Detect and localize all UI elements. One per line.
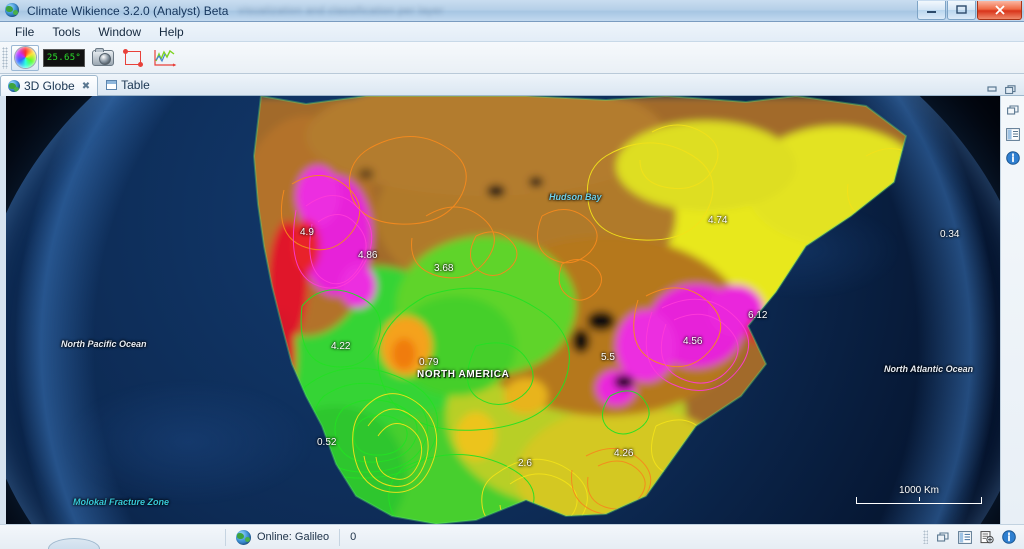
selection-rectangle-icon [123, 48, 143, 67]
table-window-icon [106, 80, 118, 90]
camera-icon [92, 47, 114, 66]
status-grip[interactable] [923, 530, 928, 544]
properties-icon[interactable] [979, 530, 994, 545]
lcd-display-icon: 25.65° [43, 48, 85, 67]
globe-icon [8, 80, 20, 92]
window-subtitle-blurred: visualization and classification per lay… [238, 4, 444, 17]
map-scale-bar: 1000 Km [856, 485, 982, 504]
region-select-button[interactable] [119, 45, 147, 71]
progress-indicator [48, 537, 100, 549]
menu-item-window[interactable]: Window [89, 23, 150, 41]
globe-icon [236, 529, 251, 545]
outline-tree-icon[interactable] [957, 530, 972, 545]
status-bar-icons [923, 530, 1024, 545]
menu-item-tools[interactable]: Tools [43, 23, 89, 41]
status-bar: Online: Galileo 0 [0, 524, 1024, 549]
counter-cell: 0 [350, 531, 357, 543]
application-window: Climate Wikience 3.2.0 (Analyst) Beta vi… [0, 0, 1024, 549]
color-palette-button[interactable] [11, 44, 39, 71]
globe-viewport[interactable]: North Pacific Ocean North Atlantic Ocean… [6, 96, 1000, 524]
outline-panel-icon[interactable] [1005, 126, 1021, 142]
connection-status[interactable]: Online: Galileo [226, 525, 339, 549]
restore-panel-icon[interactable] [935, 530, 950, 545]
line-chart-icon [153, 48, 177, 68]
menu-bar: File Tools Window Help [0, 22, 1024, 42]
status-left-cell [0, 525, 225, 549]
view-minimize-icon[interactable] [986, 84, 998, 95]
info-icon[interactable] [1001, 530, 1016, 545]
temperature-readout[interactable]: 25.65° [41, 45, 87, 71]
plot-button[interactable] [149, 45, 181, 71]
window-title: Climate Wikience 3.2.0 (Analyst) Beta [27, 3, 229, 18]
color-wheel-icon [14, 47, 36, 68]
menu-item-help[interactable]: Help [150, 23, 193, 41]
tab-3d-globe-label: 3D Globe [24, 79, 75, 93]
tool-bar: 25.65° [0, 42, 1024, 74]
tab-bar: 3D Globe ✖ Table [0, 74, 1024, 96]
climate-heatmap-overlay [252, 96, 908, 524]
tab-close-icon[interactable]: ✖ [82, 81, 90, 92]
help-info-icon[interactable] [1005, 150, 1021, 166]
toolbar-grip[interactable] [2, 46, 8, 69]
scale-bar-graphic [856, 497, 982, 504]
tab-3d-globe[interactable]: 3D Globe ✖ [0, 75, 99, 96]
tab-table[interactable]: Table [98, 74, 158, 95]
tab-table-label: Table [121, 78, 150, 92]
maximize-icon[interactable] [947, 0, 976, 20]
scale-bar-label: 1000 Km [898, 485, 940, 496]
title-bar: Climate Wikience 3.2.0 (Analyst) Beta vi… [0, 0, 1024, 22]
minimize-icon[interactable] [917, 0, 946, 20]
app-globe-icon [5, 2, 21, 19]
snapshot-button[interactable] [89, 45, 117, 71]
menu-item-file[interactable]: File [6, 23, 43, 41]
connection-status-label: Online: Galileo [257, 531, 330, 543]
panel-restore-icon[interactable] [1005, 102, 1021, 118]
view-maximize-icon[interactable] [1004, 84, 1016, 95]
window-controls [916, 0, 1024, 21]
right-side-rail [1000, 96, 1024, 524]
close-icon[interactable] [977, 0, 1022, 20]
tab-view-controls [986, 84, 1024, 95]
